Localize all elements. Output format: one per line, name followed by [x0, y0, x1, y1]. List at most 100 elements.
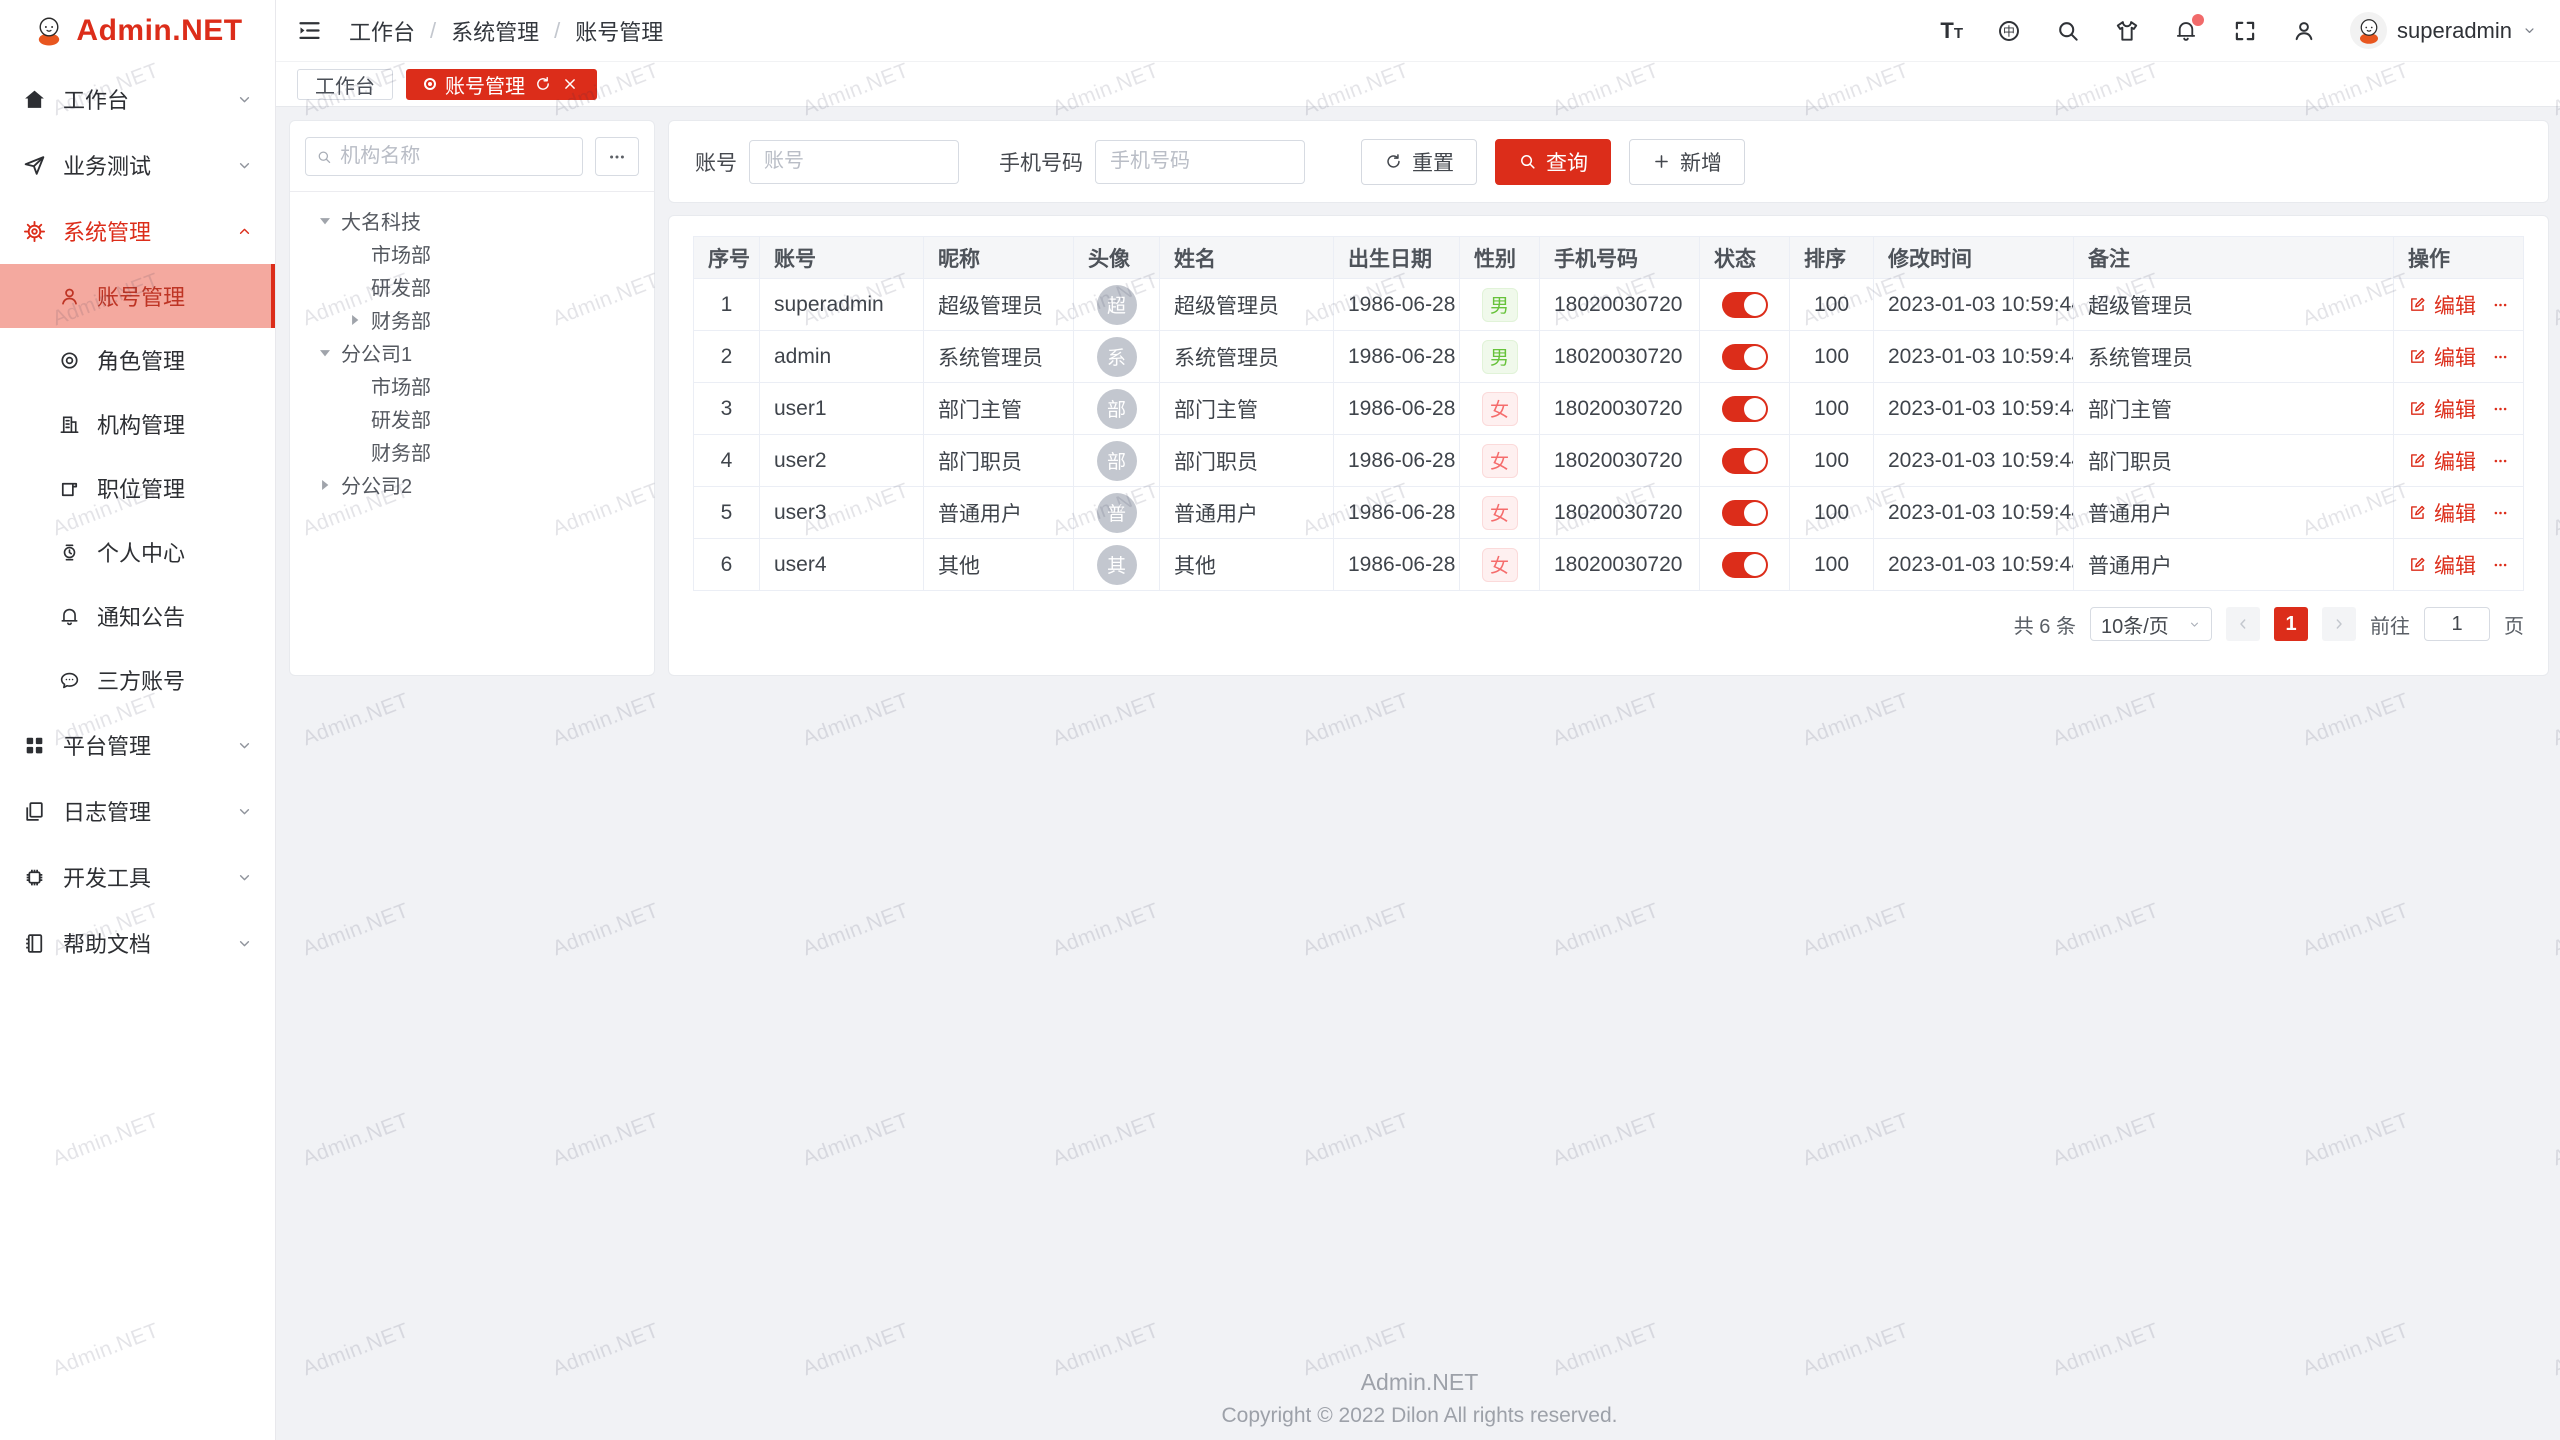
more-actions-icon[interactable] [2492, 451, 2509, 471]
cell-name: 部门职员 [1160, 435, 1334, 487]
sidebar-item-label: 账号管理 [97, 280, 185, 312]
status-toggle[interactable] [1722, 552, 1768, 578]
sidebar-item[interactable]: 通知公告 [0, 584, 275, 648]
sidebar-item[interactable]: 帮助文档 [0, 910, 275, 976]
close-tab-icon[interactable] [561, 75, 579, 93]
sidebar-item[interactable]: 三方账号 [0, 648, 275, 712]
tab-workbench[interactable]: 工作台 [297, 69, 393, 100]
sidebar-item[interactable]: 系统管理 [0, 198, 275, 264]
tree-caret-icon[interactable] [345, 409, 365, 429]
reset-button[interactable]: 重置 [1361, 139, 1477, 185]
chevron-right-icon [2331, 616, 2347, 632]
status-toggle[interactable] [1722, 292, 1768, 318]
cell-status [1700, 487, 1790, 539]
tree-node[interactable]: 研发部 [305, 270, 639, 303]
cell-birthdate: 1986-06-28 [1334, 539, 1460, 591]
tree-caret-icon[interactable] [345, 244, 365, 264]
more-actions-icon[interactable] [2492, 295, 2509, 315]
breadcrumb-item[interactable]: 系统管理 [451, 15, 539, 47]
tree-caret-icon[interactable] [345, 277, 365, 297]
cell-phone: 18020030720 [1540, 279, 1700, 331]
more-actions-icon[interactable] [2492, 503, 2509, 523]
edit-button[interactable]: 编辑 [2408, 342, 2476, 372]
sidebar-item[interactable]: 平台管理 [0, 712, 275, 778]
column-header: 手机号码 [1540, 237, 1700, 279]
tree-caret-icon[interactable] [315, 475, 335, 495]
cell-modified-time: 2023-01-03 10:59:44 [1874, 383, 2074, 435]
add-button[interactable]: 新增 [1629, 139, 1745, 185]
status-toggle[interactable] [1722, 448, 1768, 474]
column-header: 序号 [694, 237, 760, 279]
sidebar-item[interactable]: 职位管理 [0, 456, 275, 520]
table-row: 2 admin 系统管理员 系 系统管理员 1986-06-28 男 18020… [694, 331, 2524, 383]
collapse-menu-icon[interactable] [296, 17, 323, 44]
cell-remark: 系统管理员 [2074, 331, 2394, 383]
user-icon[interactable] [2291, 18, 2317, 44]
search-icon[interactable] [2055, 18, 2081, 44]
more-actions-icon[interactable] [2492, 555, 2509, 575]
tab-account-management[interactable]: 账号管理 [406, 69, 597, 100]
prev-page-button[interactable] [2226, 607, 2260, 641]
edit-button[interactable]: 编辑 [2408, 394, 2476, 424]
next-page-button[interactable] [2322, 607, 2356, 641]
font-size-icon[interactable]: TT [1940, 20, 1963, 42]
notifications-button[interactable] [2173, 18, 2199, 44]
edit-button[interactable]: 编辑 [2408, 498, 2476, 528]
org-search-input[interactable] [340, 145, 572, 168]
refresh-tab-icon[interactable] [534, 75, 552, 93]
tree-node[interactable]: 大名科技 [305, 204, 639, 237]
theme-shirt-icon[interactable] [2114, 18, 2140, 44]
language-icon[interactable] [1996, 18, 2022, 44]
tree-caret-icon[interactable] [345, 376, 365, 396]
goto-page-input[interactable] [2424, 607, 2490, 641]
tree-caret-icon[interactable] [315, 211, 335, 231]
tree-node[interactable]: 市场部 [305, 237, 639, 270]
org-tree-more-button[interactable] [595, 137, 639, 176]
status-toggle[interactable] [1722, 500, 1768, 526]
status-toggle[interactable] [1722, 396, 1768, 422]
filter-panel: 账号 手机号码 重置 查询 [668, 120, 2549, 203]
current-page-button[interactable]: 1 [2274, 607, 2308, 641]
tree-node[interactable]: 财务部 [305, 303, 639, 336]
edit-button[interactable]: 编辑 [2408, 446, 2476, 476]
sidebar-item[interactable]: 开发工具 [0, 844, 275, 910]
table-row: 3 user1 部门主管 部 部门主管 1986-06-28 女 1802003… [694, 383, 2524, 435]
cell-actions: 编辑 [2394, 539, 2524, 591]
more-actions-icon[interactable] [2492, 399, 2509, 419]
tree-caret-icon[interactable] [345, 442, 365, 462]
table-row: 4 user2 部门职员 部 部门职员 1986-06-28 女 1802003… [694, 435, 2524, 487]
tree-caret-icon[interactable] [345, 310, 365, 330]
tree-caret-icon[interactable] [315, 343, 335, 363]
cell-avatar: 部 [1074, 383, 1160, 435]
breadcrumb-item[interactable]: 工作台 [349, 15, 415, 47]
sidebar-item[interactable]: 日志管理 [0, 778, 275, 844]
tree-node[interactable]: 研发部 [305, 402, 639, 435]
tree-node[interactable]: 市场部 [305, 369, 639, 402]
edit-button[interactable]: 编辑 [2408, 550, 2476, 580]
tree-node-label: 财务部 [371, 305, 431, 334]
fullscreen-icon[interactable] [2232, 18, 2258, 44]
edit-icon [2408, 347, 2427, 366]
page-footer: Admin.NET Copyright © 2022 Dilon All rig… [276, 1369, 2560, 1428]
edit-button[interactable]: 编辑 [2408, 290, 2476, 320]
sidebar-item[interactable]: 工作台 [0, 66, 275, 132]
sidebar-item[interactable]: 角色管理 [0, 328, 275, 392]
sidebar-item[interactable]: 机构管理 [0, 392, 275, 456]
cell-account: user2 [760, 435, 924, 487]
cell-phone: 18020030720 [1540, 331, 1700, 383]
tree-node[interactable]: 财务部 [305, 435, 639, 468]
status-toggle[interactable] [1722, 344, 1768, 370]
tree-node[interactable]: 分公司2 [305, 468, 639, 501]
more-actions-icon[interactable] [2492, 347, 2509, 367]
sidebar-item[interactable]: 业务测试 [0, 132, 275, 198]
page-size-select[interactable]: 10条/页 [2090, 607, 2212, 641]
chevron-icon [236, 672, 253, 689]
account-input[interactable] [749, 140, 959, 184]
sidebar-item[interactable]: 账号管理 [0, 264, 275, 328]
phone-input[interactable] [1095, 140, 1305, 184]
app-logo[interactable]: Admin.NET [0, 0, 275, 62]
user-menu[interactable]: superadmin [2350, 12, 2537, 49]
sidebar-item[interactable]: 个人中心 [0, 520, 275, 584]
tree-node[interactable]: 分公司1 [305, 336, 639, 369]
query-button[interactable]: 查询 [1495, 139, 1611, 185]
